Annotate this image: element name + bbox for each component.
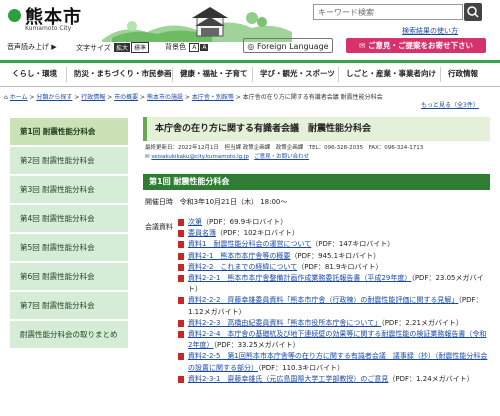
breadcrumb-overview[interactable]: 市の概要 <box>114 94 138 101</box>
pdf-icon <box>178 297 184 305</box>
document-link[interactable]: 資料1 耐震性能分科会の運営について <box>188 240 311 248</box>
nav-divider <box>66 67 67 82</box>
globe-icon: ◎ <box>247 42 255 51</box>
document-item: 資料2-2-2 齊藤幸雄委員資料「熊本市庁舎（行政棟）の耐震性能評価に関する見解… <box>178 295 490 317</box>
pdf-icon <box>178 275 184 283</box>
city-logo-icon[interactable] <box>8 9 21 22</box>
document-link[interactable]: 資料2-2 これまでの経緯について <box>188 263 297 271</box>
search-icon <box>467 6 479 18</box>
bg-black-button[interactable]: A <box>200 44 209 51</box>
breadcrumb: ⌂ ホーム > 分類から探す > 行政情報 > 市の概要 > 熊本市の施設 > … <box>4 94 383 101</box>
document-link[interactable]: 資料2-3-1 齋藤幸雄氏（元広島国際大学工学部教授）のご意見 <box>188 375 388 383</box>
breadcrumb-category[interactable]: 分類から探す <box>36 94 72 101</box>
text-size-control: 文字サイズ 拡大 標準 <box>76 42 150 53</box>
document-item: 資料2-3-1 齋藤幸雄氏（元広島国際大学工学部教授）のご意見（PDF：1.24… <box>178 374 490 385</box>
opinion-button[interactable]: ✉ ご意見・ご提案をお寄せ下さい <box>346 38 486 53</box>
search-input[interactable]: キーワード検索 <box>313 4 463 20</box>
page-title: 本庁舎の在り方に関する有識者会議 耐震性能分科会 <box>143 117 490 141</box>
sidebar-item-6[interactable]: 第6回 耐震性能分科会 <box>10 263 128 291</box>
text-size-large-button[interactable]: 拡大 <box>114 43 131 52</box>
pdf-icon <box>178 263 184 271</box>
contact-line: ✉ seisakukikaku@city.kumamoto.lg.jp ご意見・… <box>145 152 309 160</box>
document-item: 資料1 耐震性能分科会の運営について（PDF：147キロバイト） <box>178 239 490 250</box>
document-item: 資料2-2 これまでの経緯について（PDF：81.9キロバイト） <box>178 262 490 273</box>
section-heading: 第1回 耐震性能分科会 <box>143 174 490 190</box>
sidebar-item-5[interactable]: 第5回 耐震性能分科会 <box>10 234 128 262</box>
nav-item-manabi[interactable]: 学び・観光・スポーツ <box>260 68 335 79</box>
nav-item-kurashi[interactable]: くらし・環境 <box>12 68 57 79</box>
pdf-icon <box>178 331 184 339</box>
document-link[interactable]: 次第 <box>188 218 202 226</box>
document-item: 次第（PDF：69.9キロバイト） <box>178 217 490 228</box>
breadcrumb-home[interactable]: ホーム <box>10 94 28 101</box>
document-item: 資料2-2-4 本庁舎の基礎杭及び地下連続壁の効果等に関する耐震性能の検証業務報… <box>178 329 490 351</box>
document-link[interactable]: 委員名簿 <box>188 229 216 237</box>
pdf-icon <box>178 319 184 327</box>
site-subtitle: Kumamoto City <box>25 25 72 32</box>
page-meta: 最終更新日：2022年12月1日 担当課 政策企画課 政策企画課 TEL：096… <box>145 145 424 151</box>
document-list: 次第（PDF：69.9キロバイト） 委員名簿（PDF：102キロバイト） 資料1… <box>178 217 490 385</box>
pdf-icon <box>178 230 184 238</box>
meeting-date: 開催日時 令和3年10月21日（木） 18:00～ <box>145 198 288 206</box>
see-more-link[interactable]: もっと見る（全3件） <box>421 100 479 109</box>
breadcrumb-honcho[interactable]: 本庁舎・別館等 <box>192 94 234 101</box>
sidebar-item-2[interactable]: 第2回 耐震性能分科会 <box>10 147 128 175</box>
sidebar-item-4[interactable]: 第4回 耐震性能分科会 <box>10 205 128 233</box>
pdf-icon <box>178 241 184 249</box>
document-item: 資料2-2-3 高橋由紀委員資料「熊本市役所本庁舎について」（PDF：2.21メ… <box>178 318 490 329</box>
nav-divider <box>172 67 173 82</box>
nav-item-shigoto[interactable]: しごと・産業・事業者向け <box>346 68 436 79</box>
breadcrumb-gyousei[interactable]: 行政情報 <box>81 94 105 101</box>
sidebar-item-3[interactable]: 第3回 耐震性能分科会 <box>10 176 128 204</box>
contact-email-link[interactable]: seisakukikaku@city.kumamoto.lg.jp <box>151 154 249 160</box>
document-link[interactable]: 資料2-2-2 齊藤幸雄委員資料「熊本市庁舎（行政棟）の耐震性能評価に関する見解… <box>188 296 458 304</box>
document-item: 資料2-2-1 熊本市本庁舎整備計画作成業務委託報告書（平成29年度）（PDF：… <box>178 273 490 295</box>
pdf-icon <box>178 375 184 383</box>
sidebar-item-summary[interactable]: 耐震性能分科会の取りまとめ <box>10 321 128 349</box>
home-icon: ⌂ <box>4 94 8 101</box>
document-link[interactable]: 資料2-1 熊本市本庁舎等の概要 <box>188 252 290 260</box>
bg-color-control: 背景色 AA <box>165 43 209 52</box>
document-link[interactable]: 資料2-2-1 熊本市本庁舎整備計画作成業務委託報告書（平成29年度） <box>188 274 411 282</box>
document-item: 資料2-1 熊本市本庁舎等の概要（PDF：945.1キロバイト） <box>178 251 490 262</box>
text-size-standard-button[interactable]: 標準 <box>131 42 150 53</box>
sidebar-item-7[interactable]: 第7回 耐震性能分科会 <box>10 292 128 320</box>
bg-white-button[interactable]: A <box>189 43 200 52</box>
mail-icon: ✉ <box>359 41 366 50</box>
document-item: 資料2-2-5 第1回熊本市本庁舎等の在り方に関する有識者会議 議事録（抄）（耐… <box>178 351 490 373</box>
pdf-icon <box>178 353 184 361</box>
global-nav: くらし・環境 防災・まちづくり・市民参画 健康・福祉・子育て 学び・観光・スポー… <box>0 60 500 87</box>
nav-divider <box>338 67 339 82</box>
document-link[interactable]: 資料2-2-3 高橋由紀委員資料「熊本市役所本庁舎について」 <box>188 319 381 327</box>
breadcrumb-facilities[interactable]: 熊本市の施設 <box>147 94 183 101</box>
speaker-icon: ▶ <box>51 43 57 51</box>
voice-readout-button[interactable]: 音声読み上げ ▶ <box>7 42 57 52</box>
nav-item-bousai[interactable]: 防災・まちづくり・市民参画 <box>74 68 172 79</box>
pdf-icon <box>178 219 184 226</box>
pdf-icon <box>178 252 184 260</box>
document-item: 委員名簿（PDF：102キロバイト） <box>178 228 490 239</box>
breadcrumb-current: 本庁舎の在り方に関する有識者会議 耐震性能分科会 <box>242 94 383 101</box>
sidebar-item-1[interactable]: 第1回 耐震性能分科会 <box>10 118 128 146</box>
nav-divider <box>440 67 441 82</box>
contact-form-link[interactable]: ご意見・お問い合わせ <box>254 154 309 160</box>
kumamoto-castle-illustration <box>102 7 292 42</box>
foreign-language-button[interactable]: ◎ Foreign Language <box>243 38 333 53</box>
nav-item-kenkou[interactable]: 健康・福祉・子育て <box>180 68 248 79</box>
nav-divider <box>252 67 253 82</box>
search-help-link[interactable]: 検索結果の使い方 <box>402 26 458 36</box>
nav-item-gyousei[interactable]: 行政情報 <box>448 68 478 79</box>
search-button[interactable] <box>464 3 482 21</box>
mail-icon: ✉ <box>145 154 150 160</box>
documents-label: 会議資料 <box>145 223 173 231</box>
